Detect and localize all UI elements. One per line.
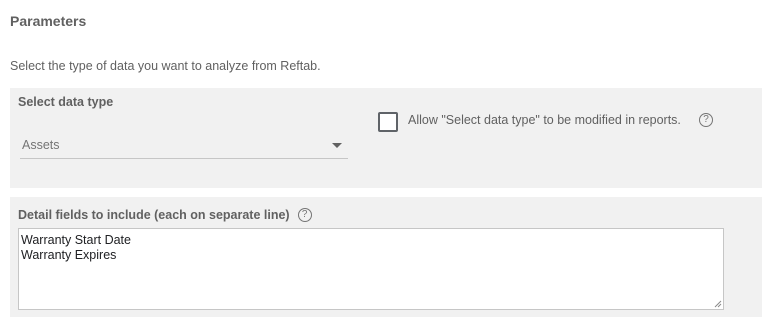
textarea-line: Warranty Start Date [21,233,131,247]
section-description: Select the type of data you want to anal… [10,59,321,73]
resize-handle-icon[interactable] [714,300,722,308]
detail-fields-label: Detail fields to include (each on separa… [18,208,290,222]
dropdown-arrow-icon [332,143,342,148]
detail-fields-panel: Detail fields to include (each on separa… [10,197,762,317]
allow-modify-checkbox[interactable] [378,112,398,132]
textarea-line: Warranty Expires [21,248,117,262]
detail-fields-textarea[interactable]: Warranty Start Date Warranty Expires [18,228,724,310]
data-type-selected-value: Assets [22,138,60,152]
allow-modify-label: Allow "Select data type" to be modified … [408,113,681,127]
data-type-select[interactable]: Assets [20,134,348,159]
data-type-label: Select data type [18,95,114,109]
parameters-page: Parameters Select the type of data you w… [0,0,772,323]
help-icon[interactable]: ? [297,208,312,222]
detail-fields-label-row: Detail fields to include (each on separa… [18,208,312,222]
section-title: Parameters [10,13,87,29]
data-type-panel: Select data type Assets Allow "Select da… [10,88,762,188]
help-icon[interactable]: ? [699,113,713,127]
textarea-content: Warranty Start Date Warranty Expires [21,233,131,263]
